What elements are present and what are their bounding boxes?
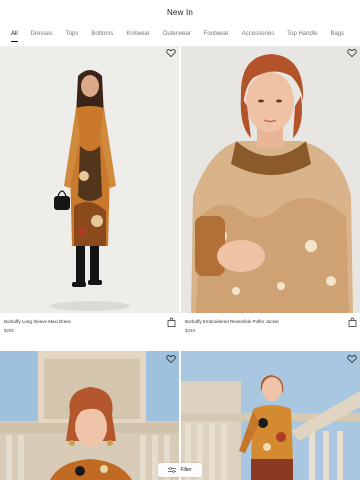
- tab-all[interactable]: All: [11, 28, 18, 42]
- tab-accessories[interactable]: Accessories: [242, 28, 274, 40]
- product-card[interactable]: [0, 351, 179, 480]
- tab-bottoms[interactable]: Bottoms: [91, 28, 113, 40]
- heart-icon[interactable]: [166, 48, 176, 58]
- heart-icon[interactable]: [166, 354, 176, 364]
- product-card[interactable]: Borboffy Embroidered Reversible Puffer J…: [181, 46, 360, 346]
- product-image[interactable]: [181, 351, 360, 480]
- product-image[interactable]: [0, 46, 179, 313]
- heart-icon[interactable]: [347, 354, 357, 364]
- tab-outerwear[interactable]: Outerwear: [163, 28, 191, 40]
- product-card[interactable]: Borboffy Long Sleeve Maxi Dress $280: [0, 46, 179, 346]
- product-photo-top: [0, 351, 179, 480]
- tab-top-handle[interactable]: Top Handle: [287, 28, 317, 40]
- product-card[interactable]: [181, 351, 360, 480]
- product-photo-jacket: [181, 46, 360, 313]
- tab-dresses[interactable]: Dresses: [31, 28, 53, 40]
- tab-footwear[interactable]: Footwear: [204, 28, 229, 40]
- tab-tops[interactable]: Tops: [66, 28, 79, 40]
- heart-icon[interactable]: [347, 48, 357, 58]
- tab-knitwear[interactable]: Knitwear: [126, 28, 149, 40]
- filter-icon: [168, 467, 177, 473]
- product-image[interactable]: [181, 46, 360, 313]
- tab-bags[interactable]: Bags: [330, 28, 344, 40]
- category-tabs: All Dresses Tops Bottoms Knitwear Outerw…: [0, 24, 360, 44]
- filter-label: Filter: [180, 467, 192, 473]
- product-name[interactable]: Borboffy Embroidered Reversible Puffer J…: [185, 319, 279, 324]
- filter-button[interactable]: Filter: [158, 463, 202, 477]
- product-price: $280: [4, 328, 15, 333]
- product-photo-dress: [0, 46, 179, 313]
- product-photo-top: [181, 351, 360, 480]
- product-price: $448: [185, 328, 196, 333]
- product-name[interactable]: Borboffy Long Sleeve Maxi Dress: [4, 319, 71, 324]
- add-to-bag-icon[interactable]: [167, 317, 176, 327]
- add-to-bag-icon[interactable]: [348, 317, 357, 327]
- page-title: New In: [166, 8, 194, 17]
- page-header: New In: [0, 0, 360, 24]
- product-image[interactable]: [0, 351, 179, 480]
